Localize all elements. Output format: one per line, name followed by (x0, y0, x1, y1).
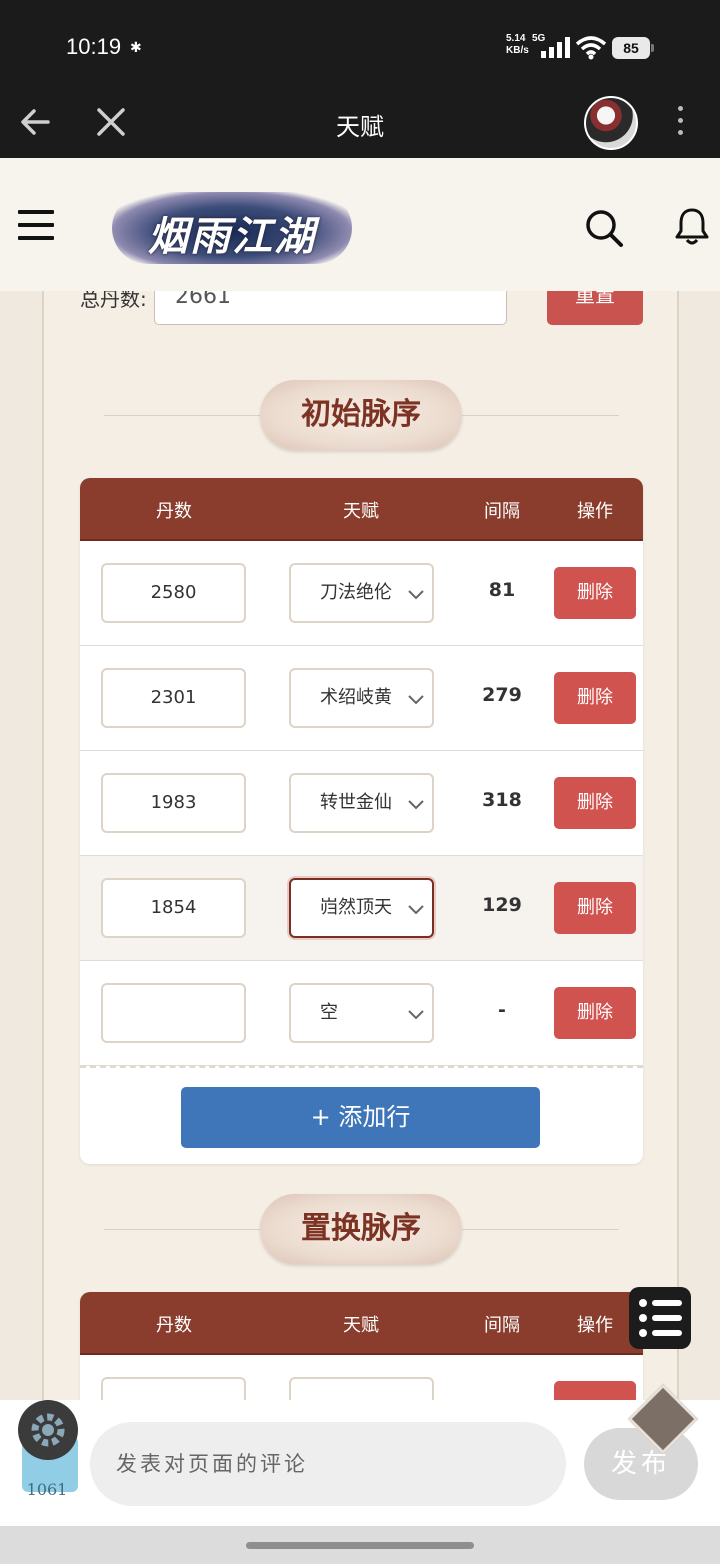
gear-icon[interactable] (18, 1400, 78, 1460)
notification-icon: ✱ (130, 40, 142, 56)
talent-select[interactable]: 岿然顶天 (289, 878, 434, 938)
section-title-replace: 置换脉序 (260, 1194, 462, 1264)
talent-select[interactable]: 刀法绝伦 (289, 563, 434, 623)
talent-value: 岿然顶天 (320, 897, 392, 918)
talent-value: 空 (320, 1002, 338, 1023)
talent-select[interactable]: 转世金仙 (289, 773, 434, 833)
replace-order-table: 丹数 天赋 间隔 操作 (80, 1292, 643, 1401)
chevron-down-icon (408, 590, 424, 600)
talent-value: 术绍岐黄 (320, 687, 392, 708)
delete-button[interactable]: 删除 (554, 987, 636, 1039)
home-indicator[interactable] (246, 1542, 474, 1549)
delete-button[interactable]: 删除 (554, 882, 636, 934)
avatar[interactable] (584, 96, 638, 150)
gap-value: 81 (488, 579, 516, 601)
table-header: 丹数 天赋 间隔 操作 (80, 1292, 643, 1355)
pills-input[interactable]: 2301 (101, 668, 246, 728)
section-title-initial: 初始脉序 (260, 380, 462, 450)
col-talent-header: 天赋 (343, 1315, 379, 1336)
col-gap-header: 间隔 (484, 501, 520, 522)
table-row (80, 1355, 643, 1401)
speed-unit: KB/s (506, 45, 529, 56)
status-time: 10:19 (66, 34, 122, 59)
gesture-bar (0, 1526, 720, 1564)
more-menu-icon[interactable] (676, 106, 684, 142)
talent-value: 刀法绝伦 (320, 582, 392, 603)
table-row: 2301 术绍岐黄 279 删除 (80, 646, 643, 751)
add-row-button[interactable]: + 添加行 (181, 1087, 540, 1148)
pills-input[interactable]: 1854 (101, 878, 246, 938)
pills-input[interactable]: 1983 (101, 773, 246, 833)
delete-button[interactable]: 删除 (554, 777, 636, 829)
gap-value: 318 (482, 789, 522, 811)
col-pills-header: 丹数 (156, 1315, 192, 1336)
add-row-area: + 添加行 (80, 1066, 643, 1164)
status-bar: 10:19 ✱ 5.14 KB/s 5G 85 (0, 0, 720, 90)
publish-button[interactable]: 发布 (584, 1428, 698, 1500)
talent-value: 转世金仙 (320, 792, 392, 813)
delete-button[interactable]: 删除 (554, 567, 636, 619)
reset-button[interactable]: 重置 (547, 291, 643, 325)
site-logo[interactable]: 烟雨江湖 (112, 192, 352, 264)
table-header: 丹数 天赋 间隔 操作 (80, 478, 643, 541)
initial-order-table: 丹数 天赋 间隔 操作 2580 刀法绝伦 81 删除 2301 术绍岐黄 27… (80, 478, 643, 1164)
battery-indicator: 85 (612, 37, 654, 59)
col-talent-header: 天赋 (343, 501, 379, 522)
col-gap-header: 间隔 (484, 1315, 520, 1336)
bell-icon[interactable] (674, 206, 710, 246)
wifi-icon (575, 36, 607, 60)
table-row: 1983 转世金仙 318 删除 (80, 751, 643, 856)
chevron-down-icon (408, 800, 424, 810)
comment-input[interactable]: 发表对页面的评论 (90, 1422, 566, 1506)
table-row: 1854 岿然顶天 129 删除 (80, 856, 643, 961)
talent-select[interactable]: 空 (289, 983, 434, 1043)
site-header: 烟雨江湖 (0, 158, 720, 291)
table-row: 空 - 删除 (80, 961, 643, 1066)
col-action-header: 操作 (577, 501, 613, 522)
signal-icon (541, 37, 570, 58)
speed-value: 5.14 (506, 33, 526, 44)
comment-bar: 1061 发表对页面的评论 发布 (0, 1383, 720, 1526)
chevron-down-icon (408, 905, 424, 915)
delete-button[interactable] (554, 1381, 636, 1401)
chevron-down-icon (408, 695, 424, 705)
table-row: 2580 刀法绝伦 81 删除 (80, 541, 643, 646)
app-bar: 天赋 (0, 90, 720, 158)
gap-value: 129 (482, 894, 522, 916)
pills-input[interactable] (101, 1377, 246, 1401)
col-pills-header: 丹数 (156, 501, 192, 522)
talent-select[interactable] (289, 1377, 434, 1401)
gap-value: - (498, 999, 506, 1021)
gear-glyph-icon (31, 1413, 65, 1447)
hamburger-menu-icon[interactable] (18, 210, 54, 249)
main-content: 总丹数: 2661 重置 初始脉序 丹数 天赋 间隔 操作 2580 刀法绝伦 … (42, 291, 679, 1401)
toc-list-icon[interactable] (629, 1287, 691, 1349)
pills-input[interactable]: 2580 (101, 563, 246, 623)
gap-value: 279 (482, 684, 522, 706)
pills-input[interactable] (101, 983, 246, 1043)
logo-text: 烟雨江湖 (148, 213, 316, 260)
talent-select[interactable]: 术绍岐黄 (289, 668, 434, 728)
network-speed: 5.14 KB/s (506, 33, 529, 57)
chevron-down-icon (408, 1010, 424, 1020)
col-action-header: 操作 (577, 1315, 613, 1336)
comment-count: 1061 (26, 1480, 68, 1499)
total-pills-label: 总丹数: (80, 291, 147, 311)
delete-button[interactable]: 删除 (554, 672, 636, 724)
search-icon[interactable] (584, 208, 624, 248)
total-pills-input[interactable]: 2661 (154, 291, 507, 325)
